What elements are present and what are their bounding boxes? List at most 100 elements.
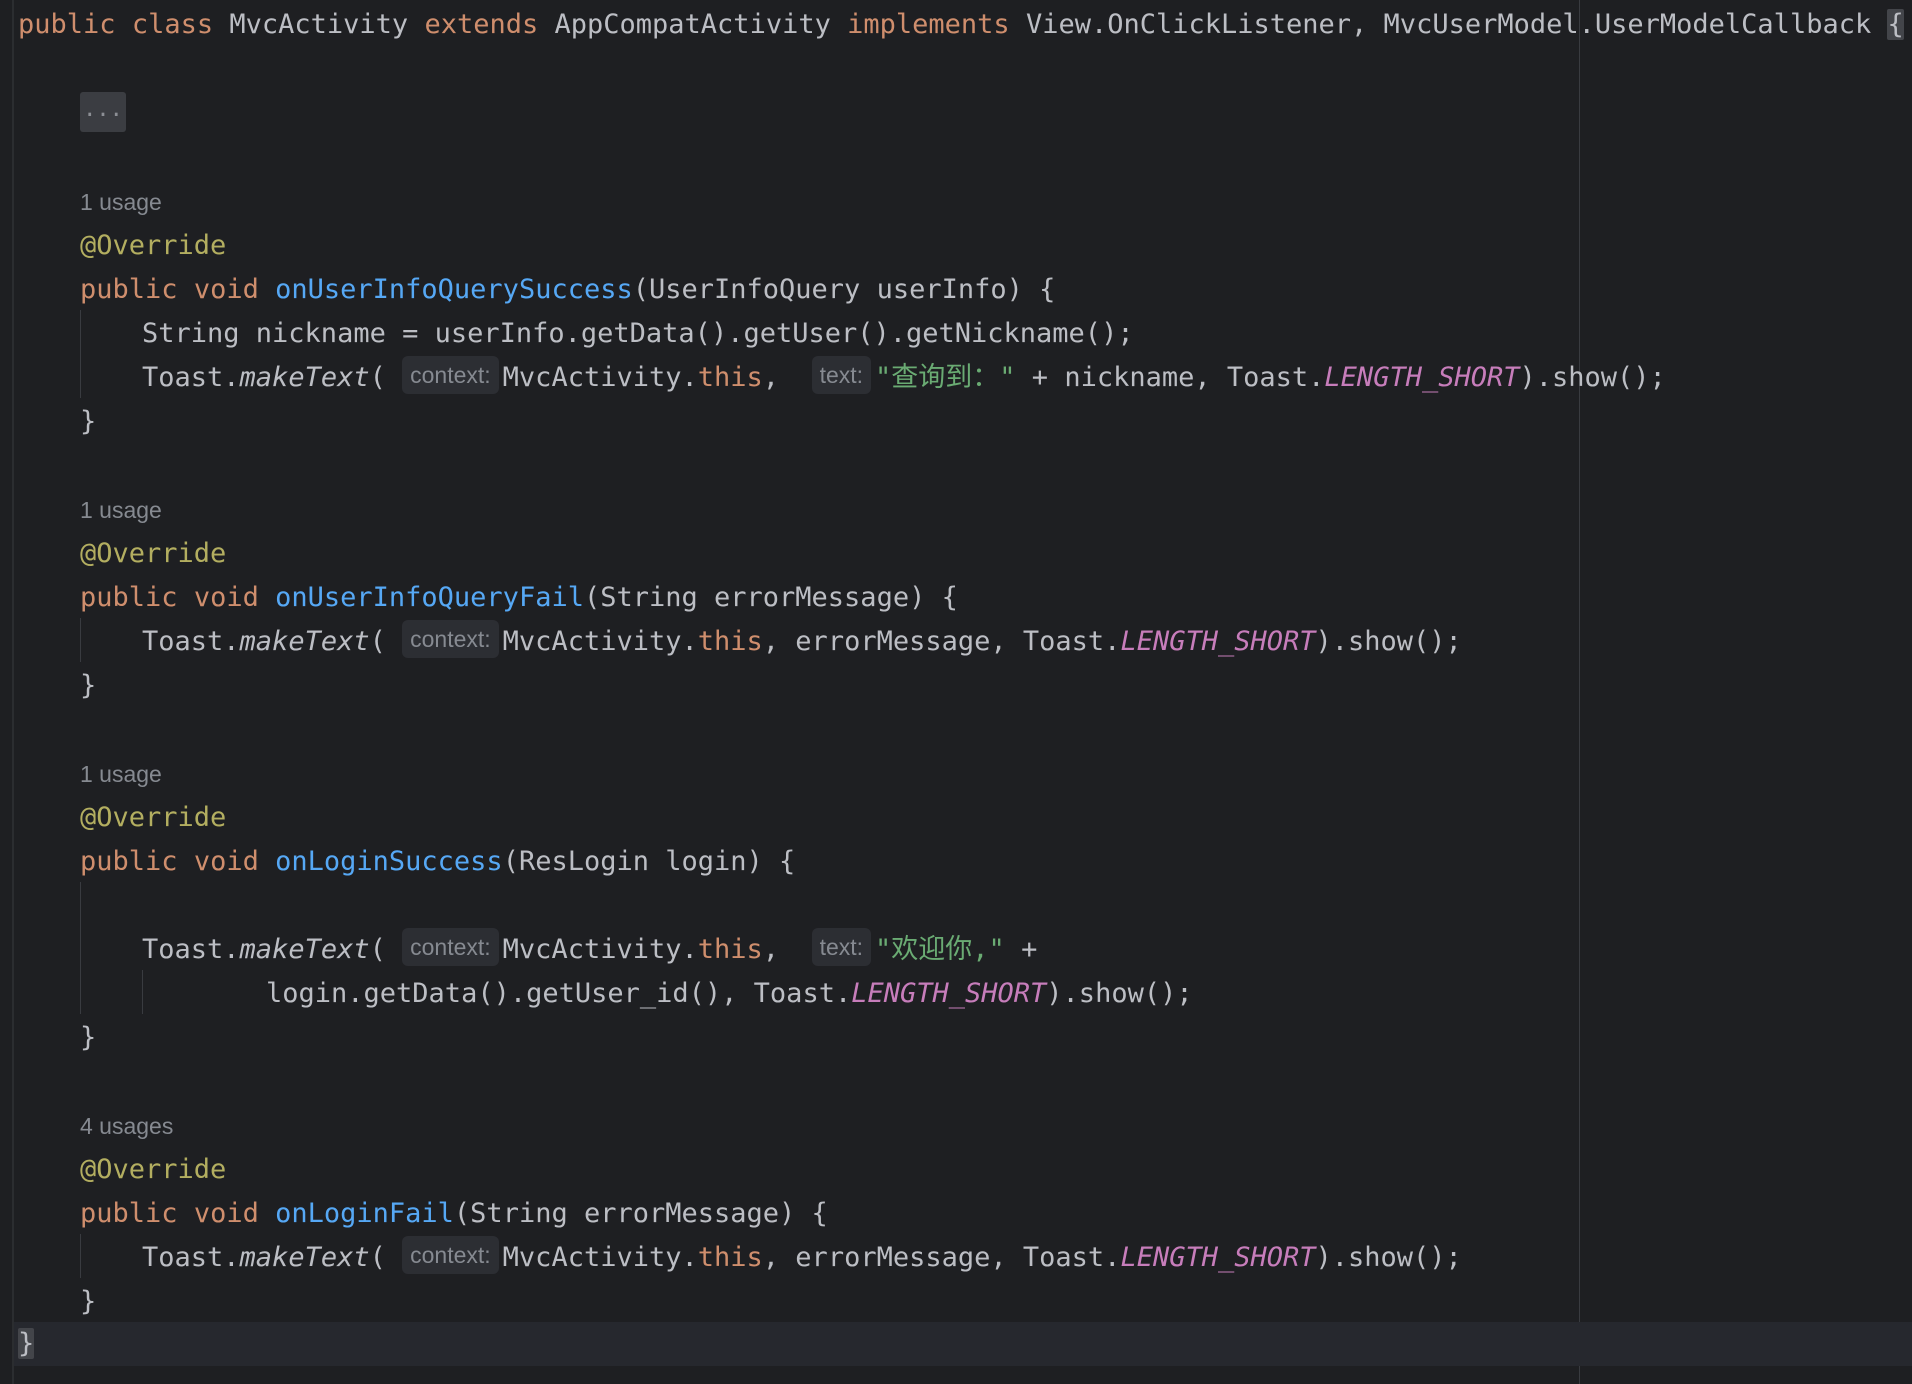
show-call: ).show(); <box>1315 1242 1462 1273</box>
keyword-this: this <box>697 626 763 657</box>
toast-ref: Toast. <box>753 978 852 1009</box>
matched-open-brace: { <box>1887 9 1904 40</box>
keyword-void: void <box>193 846 259 877</box>
method-signature[interactable]: public void onLoginFail(String errorMess… <box>80 1192 828 1236</box>
keyword-public: public <box>80 846 178 877</box>
override-annotation: @Override <box>80 802 227 833</box>
open-paren: ( <box>369 362 386 393</box>
gutter-divider <box>12 0 14 1384</box>
comma: , <box>762 1242 780 1273</box>
class-name: MvcActivity <box>229 9 409 40</box>
open-paren: ( <box>369 626 386 657</box>
closing-brace: } <box>80 670 97 701</box>
string-literal: "查询到：" <box>875 362 1016 393</box>
param-hint-text: text: <box>811 356 872 394</box>
usage-hint[interactable]: 4 usages <box>80 1104 173 1148</box>
toast-call-line[interactable]: Toast.makeText( context: MvcActivity.this… <box>142 1236 1462 1280</box>
keyword-extends: extends <box>424 9 539 40</box>
super-class: AppCompatActivity <box>554 9 831 40</box>
length-short-constant: LENGTH_SHORT <box>1120 626 1316 657</box>
method-signature[interactable]: public void onUserInfoQueryFail(String e… <box>80 576 958 620</box>
interface-list: View.OnClickListener, MvcUserModel.UserM… <box>1025 9 1872 40</box>
open-paren: ( <box>369 934 386 965</box>
method-params: (UserInfoQuery userInfo) { <box>632 274 1056 305</box>
keyword-public: public <box>80 274 178 305</box>
comma: , <box>762 934 780 965</box>
override-annotation: @Override <box>80 538 227 569</box>
scope-guide <box>80 1234 81 1278</box>
method-params: (ResLogin login) { <box>502 846 796 877</box>
make-text-call: makeText <box>239 626 370 657</box>
toast-ref: Toast. <box>142 934 240 965</box>
toast-ref: Toast. <box>142 362 240 393</box>
usage-hint[interactable]: 1 usage <box>80 488 162 532</box>
keyword-public: public <box>80 582 178 613</box>
toast-ref: Toast. <box>142 1242 240 1273</box>
scope-guide <box>80 882 81 1014</box>
method-name: onUserInfoQuerySuccess <box>275 274 633 305</box>
toast-ref: Toast. <box>1022 1242 1121 1273</box>
scope-guide <box>80 618 81 662</box>
keyword-void: void <box>193 582 259 613</box>
continuation-line[interactable]: login.getData().getUser_id(), Toast.LENG… <box>266 972 1193 1016</box>
method-params: (String errorMessage) { <box>583 582 958 613</box>
scope-guide <box>80 310 81 398</box>
param-hint-text: text: <box>811 928 872 966</box>
activity-ref: MvcActivity. <box>502 362 698 393</box>
param-hint-context: context: <box>402 620 499 658</box>
usage-hint[interactable]: 1 usage <box>80 752 162 796</box>
usage-hint[interactable]: 1 usage <box>80 180 162 224</box>
toast-call-line[interactable]: Toast.makeText( context: MvcActivity.this… <box>142 928 1037 972</box>
code-editor[interactable]: public class MvcActivity extends AppComp… <box>0 0 1912 1384</box>
activity-ref: MvcActivity. <box>502 626 698 657</box>
method-name: onLoginFail <box>275 1198 454 1229</box>
argument: errorMessage, <box>779 626 1023 657</box>
param-hint-context: context: <box>402 356 499 394</box>
length-short-constant: LENGTH_SHORT <box>1324 362 1520 393</box>
open-paren: ( <box>369 1242 386 1273</box>
keyword-this: this <box>697 1242 763 1273</box>
user-id-expression: login.getData().getUser_id(), <box>266 978 754 1009</box>
argument: errorMessage, <box>779 1242 1023 1273</box>
class-declaration-line[interactable]: public class MvcActivity extends AppComp… <box>18 3 1904 47</box>
code-line[interactable]: String nickname = userInfo.getData().get… <box>142 312 1134 356</box>
right-margin-guide <box>1579 0 1580 1384</box>
keyword-implements: implements <box>847 9 1010 40</box>
toast-call-line[interactable]: Toast.makeText( context: MvcActivity.this… <box>142 356 1666 400</box>
method-signature[interactable]: public void onLoginSuccess(ResLogin logi… <box>80 840 795 884</box>
closing-brace: } <box>80 406 97 437</box>
method-signature[interactable]: public void onUserInfoQuerySuccess(UserI… <box>80 268 1055 312</box>
concat-expression: + nickname, <box>1015 362 1227 393</box>
toast-ref: Toast. <box>142 626 240 657</box>
length-short-constant: LENGTH_SHORT <box>851 978 1047 1009</box>
keyword-public: public <box>18 9 116 40</box>
param-hint-context: context: <box>402 1236 499 1274</box>
activity-ref: MvcActivity. <box>502 934 698 965</box>
keyword-this: this <box>697 362 763 393</box>
comma: , <box>762 626 780 657</box>
make-text-call: makeText <box>239 362 370 393</box>
show-call: ).show(); <box>1046 978 1193 1009</box>
toast-call-line[interactable]: Toast.makeText( context: MvcActivity.this… <box>142 620 1462 664</box>
override-annotation: @Override <box>80 1154 227 1185</box>
class-closing-line[interactable]: } <box>18 1322 35 1366</box>
method-params: (String errorMessage) { <box>453 1198 828 1229</box>
keyword-public: public <box>80 1198 178 1229</box>
current-line-highlight <box>14 1322 1912 1366</box>
make-text-call: makeText <box>239 1242 370 1273</box>
folded-code-region[interactable]: ... <box>80 92 126 132</box>
matched-close-brace: } <box>18 1328 35 1359</box>
closing-brace: } <box>80 1286 97 1317</box>
method-name: onUserInfoQueryFail <box>275 582 584 613</box>
concat-operator: + <box>1004 934 1038 965</box>
param-hint-context: context: <box>402 928 499 966</box>
keyword-class: class <box>131 9 214 40</box>
string-literal: "欢迎你," <box>875 934 1005 965</box>
toast-ref: Toast. <box>1022 626 1121 657</box>
method-name: onLoginSuccess <box>275 846 503 877</box>
override-annotation: @Override <box>80 230 227 261</box>
closing-brace: } <box>80 1022 97 1053</box>
scope-guide <box>142 970 143 1014</box>
length-short-constant: LENGTH_SHORT <box>1120 1242 1316 1273</box>
activity-ref: MvcActivity. <box>502 1242 698 1273</box>
